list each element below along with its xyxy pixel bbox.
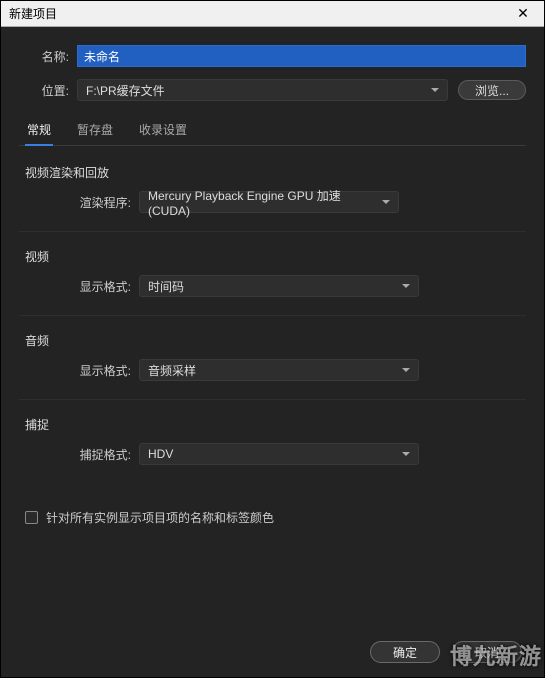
location-row: 位置: F:\PR缓存文件 浏览... [19, 79, 526, 101]
close-button[interactable]: ✕ [510, 4, 536, 24]
tab-ingest-settings[interactable]: 收录设置 [137, 117, 189, 145]
display-names-checkbox[interactable] [25, 511, 38, 524]
section-capture: 捕捉 捕捉格式: HDV [19, 408, 526, 483]
chevron-down-icon [382, 200, 390, 204]
section-capture-title: 捕捉 [25, 416, 520, 433]
section-audio-title: 音频 [25, 332, 520, 349]
section-video: 视频 显示格式: 时间码 [19, 240, 526, 316]
capture-format-label: 捕捉格式: [71, 446, 139, 463]
location-label: 位置: [19, 82, 77, 99]
browse-button[interactable]: 浏览... [458, 80, 526, 100]
capture-format-row: 捕捉格式: HDV [25, 443, 520, 465]
audio-format-dropdown[interactable]: 音频采样 [139, 359, 419, 381]
video-format-value: 时间码 [148, 278, 184, 295]
name-input[interactable]: 未命名 [77, 45, 526, 67]
location-value: F:\PR缓存文件 [86, 82, 165, 99]
renderer-value: Mercury Playback Engine GPU 加速 (CUDA) [148, 187, 382, 218]
display-names-label: 针对所有实例显示项目项的名称和标签颜色 [46, 509, 274, 526]
location-dropdown[interactable]: F:\PR缓存文件 [77, 79, 448, 101]
section-render-title: 视频渲染和回放 [25, 164, 520, 181]
renderer-dropdown[interactable]: Mercury Playback Engine GPU 加速 (CUDA) [139, 191, 399, 213]
chevron-down-icon [431, 88, 439, 92]
audio-format-value: 音频采样 [148, 362, 196, 379]
chevron-down-icon [402, 368, 410, 372]
section-video-title: 视频 [25, 248, 520, 265]
section-render: 视频渲染和回放 渲染程序: Mercury Playback Engine GP… [19, 156, 526, 232]
tabs: 常规 暂存盘 收录设置 [19, 113, 526, 146]
section-audio: 音频 显示格式: 音频采样 [19, 324, 526, 400]
chevron-down-icon [402, 452, 410, 456]
ok-button[interactable]: 确定 [370, 641, 440, 663]
cancel-button[interactable]: 取消 [452, 641, 522, 663]
tab-scratch-disks[interactable]: 暂存盘 [75, 117, 115, 145]
display-names-checkbox-row: 针对所有实例显示项目项的名称和标签颜色 [19, 509, 526, 526]
video-format-row: 显示格式: 时间码 [25, 275, 520, 297]
name-label: 名称: [19, 48, 77, 65]
audio-format-label: 显示格式: [71, 362, 139, 379]
footer: 确定 取消 [19, 629, 526, 677]
window-title: 新建项目 [9, 5, 57, 22]
capture-format-value: HDV [148, 447, 173, 461]
video-format-dropdown[interactable]: 时间码 [139, 275, 419, 297]
capture-format-dropdown[interactable]: HDV [139, 443, 419, 465]
chevron-down-icon [402, 284, 410, 288]
audio-format-row: 显示格式: 音频采样 [25, 359, 520, 381]
tab-general[interactable]: 常规 [25, 117, 53, 146]
video-format-label: 显示格式: [71, 278, 139, 295]
title-bar: 新建项目 ✕ [1, 1, 544, 27]
renderer-label: 渲染程序: [71, 194, 139, 211]
new-project-dialog: 新建项目 ✕ 名称: 未命名 位置: F:\PR缓存文件 浏览... 常规 暂存… [0, 0, 545, 678]
content-area: 名称: 未命名 位置: F:\PR缓存文件 浏览... 常规 暂存盘 收录设置 … [1, 27, 544, 677]
renderer-row: 渲染程序: Mercury Playback Engine GPU 加速 (CU… [25, 191, 520, 213]
name-row: 名称: 未命名 [19, 45, 526, 67]
